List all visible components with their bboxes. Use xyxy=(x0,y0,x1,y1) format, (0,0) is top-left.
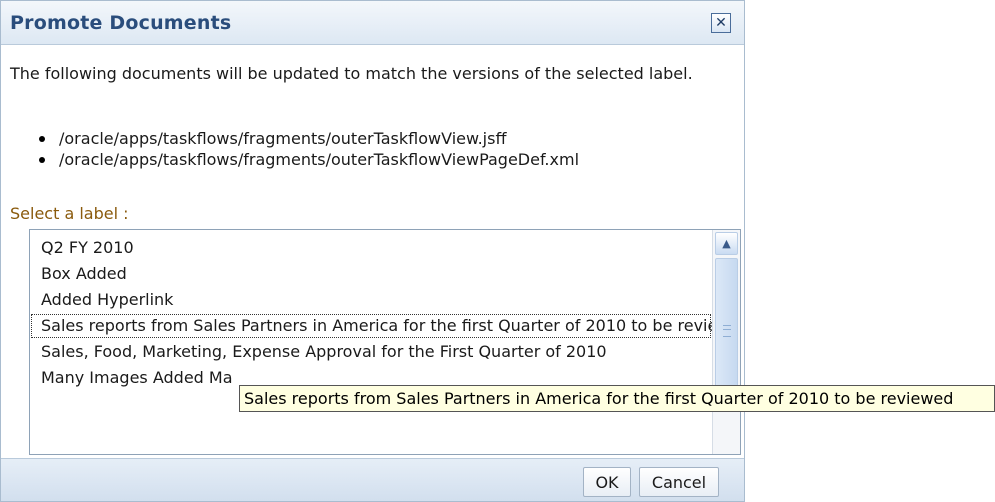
list-item-added-hyperlink[interactable]: Added Hyperlink xyxy=(30,287,712,313)
document-item: /oracle/apps/taskflows/fragments/outerTa… xyxy=(33,149,579,170)
label-tooltip: Sales reports from Sales Partners in Ame… xyxy=(239,385,995,412)
close-button[interactable]: ✕ xyxy=(711,13,731,33)
cancel-button[interactable]: Cancel xyxy=(639,467,719,497)
grip-icon xyxy=(723,325,731,337)
document-path: /oracle/apps/taskflows/fragments/outerTa… xyxy=(59,150,580,169)
listbox-scrollbar[interactable]: ▲ xyxy=(712,230,740,454)
list-item-sales-food-marketing[interactable]: Sales, Food, Marketing, Expense Approval… xyxy=(30,339,712,365)
select-label-heading: Select a label : xyxy=(10,204,129,223)
list-item-sales-reports[interactable]: Sales reports from Sales Partners in Ame… xyxy=(30,313,712,339)
dialog-footer: OK Cancel xyxy=(1,458,744,501)
promote-documents-dialog: Promote Documents ✕ The following docume… xyxy=(0,0,745,502)
dialog-titlebar: Promote Documents ✕ xyxy=(1,1,744,45)
bullet-icon xyxy=(39,136,45,142)
ok-button[interactable]: OK xyxy=(583,467,631,497)
list-item-box-added[interactable]: Box Added xyxy=(30,261,712,287)
description-text: The following documents will be updated … xyxy=(10,64,693,83)
document-item: /oracle/apps/taskflows/fragments/outerTa… xyxy=(33,128,579,149)
document-path: /oracle/apps/taskflows/fragments/outerTa… xyxy=(59,129,507,148)
close-icon: ✕ xyxy=(715,15,727,31)
bullet-icon xyxy=(39,157,45,163)
chevron-up-icon: ▲ xyxy=(722,237,731,250)
list-item-q2-fy-2010[interactable]: Q2 FY 2010 xyxy=(30,235,712,261)
label-listbox[interactable]: Q2 FY 2010 Box Added Added Hyperlink Sal… xyxy=(29,229,741,455)
dialog-title: Promote Documents xyxy=(10,12,232,34)
document-list: /oracle/apps/taskflows/fragments/outerTa… xyxy=(33,128,579,170)
scroll-up-button[interactable]: ▲ xyxy=(715,232,738,255)
